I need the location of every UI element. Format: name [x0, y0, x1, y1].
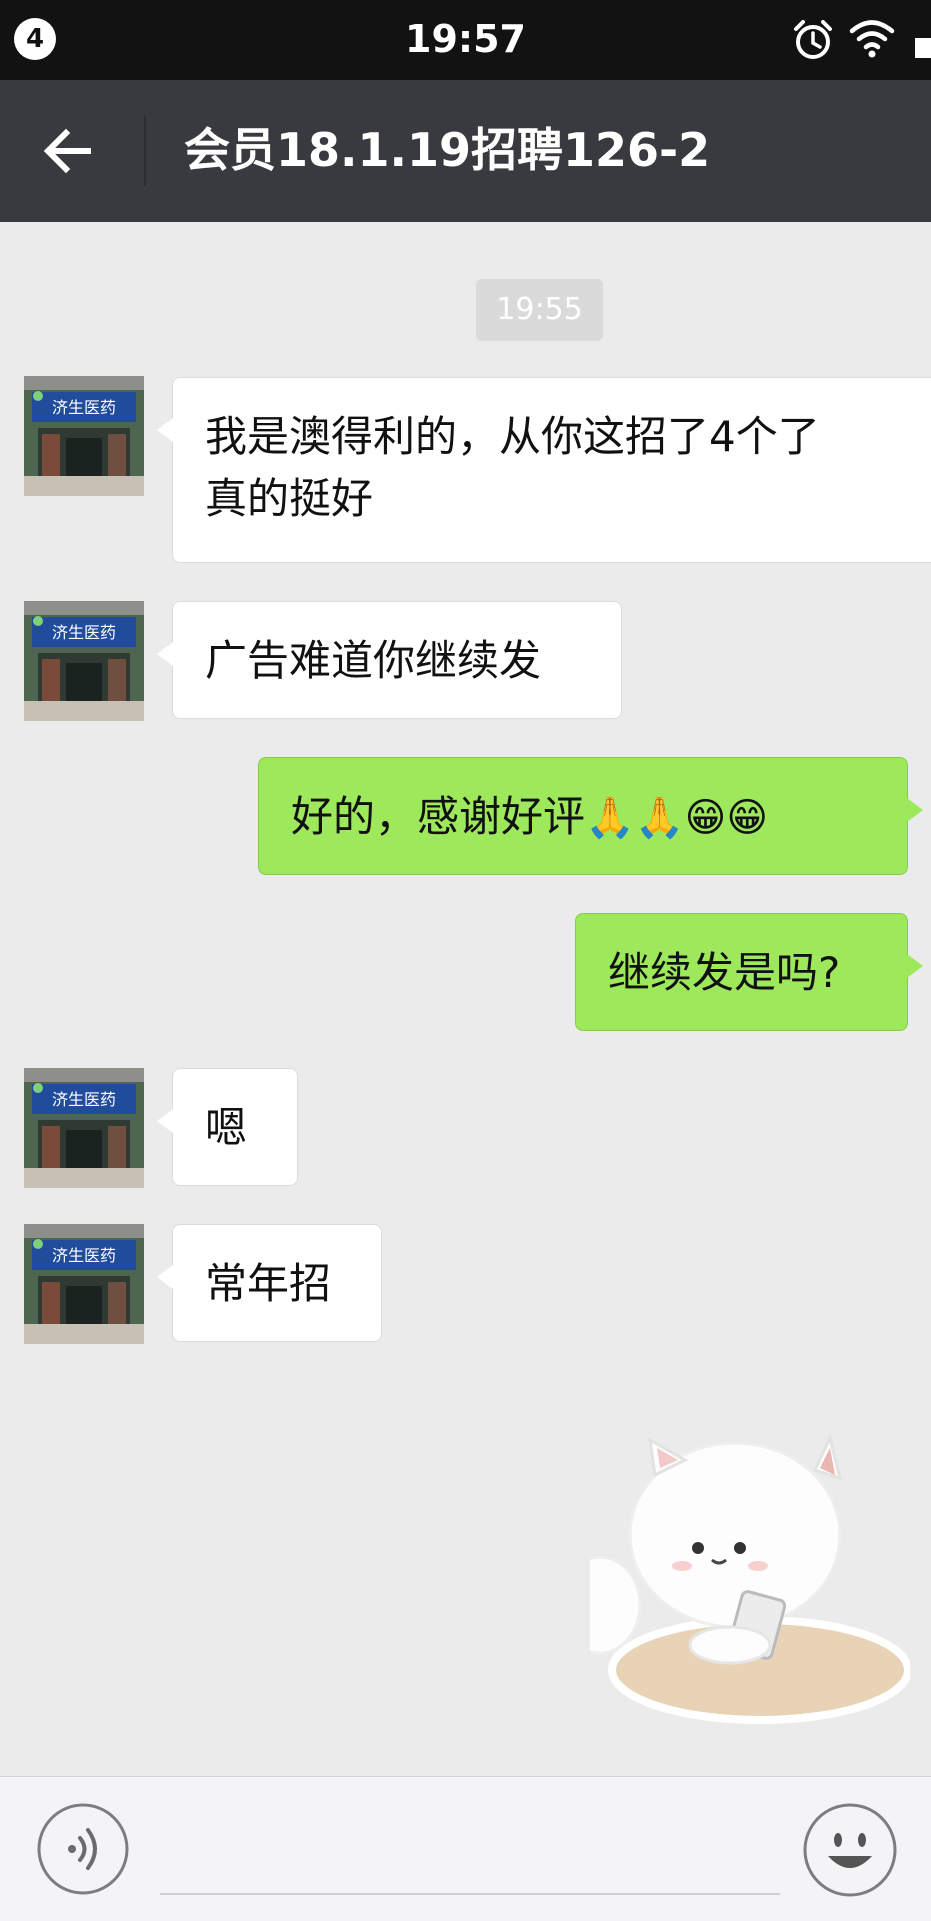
message-text-line: 真的挺好 — [205, 474, 374, 523]
message-text: 好的，感谢好评 — [291, 792, 586, 841]
wifi-icon — [849, 20, 895, 58]
contact-avatar[interactable]: 济生医药 — [24, 1068, 144, 1188]
alarm-clock-icon — [794, 20, 832, 59]
avatar-sign-text: 济生医药 — [52, 1090, 116, 1109]
chat-header: 会员18.1.19招聘126-2 — [0, 80, 931, 222]
emoji-smile-icon[interactable] — [802, 1802, 898, 1898]
message-text-line: 我是澳得利的，从你这招了4个了 — [205, 412, 820, 461]
back-arrow-icon[interactable] — [40, 121, 100, 181]
incoming-message-bubble[interactable]: 常年招 — [157, 1224, 382, 1342]
incoming-message-bubble[interactable]: 我是澳得利的，从你这招了4个了 真的挺好 — [157, 377, 931, 563]
message-text: 继续发是吗? — [608, 948, 841, 997]
pray-and-grin-emoji: 🙏🙏😁😁 — [585, 795, 769, 841]
incoming-message-bubble[interactable]: 广告难道你继续发 — [157, 601, 622, 719]
voice-input-icon[interactable] — [36, 1802, 130, 1896]
message-text: 广告难道你继续发 — [205, 636, 542, 685]
cat-sticker-image[interactable] — [590, 1420, 910, 1740]
status-icons — [791, 14, 931, 64]
contact-avatar[interactable]: 济生医药 — [24, 376, 144, 496]
contact-avatar[interactable]: 济生医药 — [24, 601, 144, 721]
message-text: 常年招 — [205, 1259, 332, 1308]
message-text: 嗯 — [205, 1103, 248, 1152]
message-timestamp: 19:55 — [476, 279, 603, 341]
status-bar: 4 19:57 — [0, 0, 931, 80]
outgoing-message-bubble[interactable]: 继续发是吗? — [575, 913, 923, 1031]
avatar-sign-text: 济生医药 — [52, 623, 116, 642]
message-input-field[interactable] — [160, 1893, 780, 1895]
incoming-message-bubble[interactable]: 嗯 — [157, 1068, 298, 1186]
chat-title: 会员18.1.19招聘126-2 — [184, 123, 711, 177]
battery-icon — [915, 38, 931, 58]
message-input-bar — [0, 1776, 931, 1921]
outgoing-message-bubble[interactable]: 好的，感谢好评🙏🙏😁😁 — [258, 757, 923, 875]
avatar-sign-text: 济生医药 — [52, 1246, 116, 1265]
header-divider — [144, 116, 146, 186]
avatar-sign-text: 济生医药 — [52, 398, 116, 417]
contact-avatar[interactable]: 济生医药 — [24, 1224, 144, 1344]
